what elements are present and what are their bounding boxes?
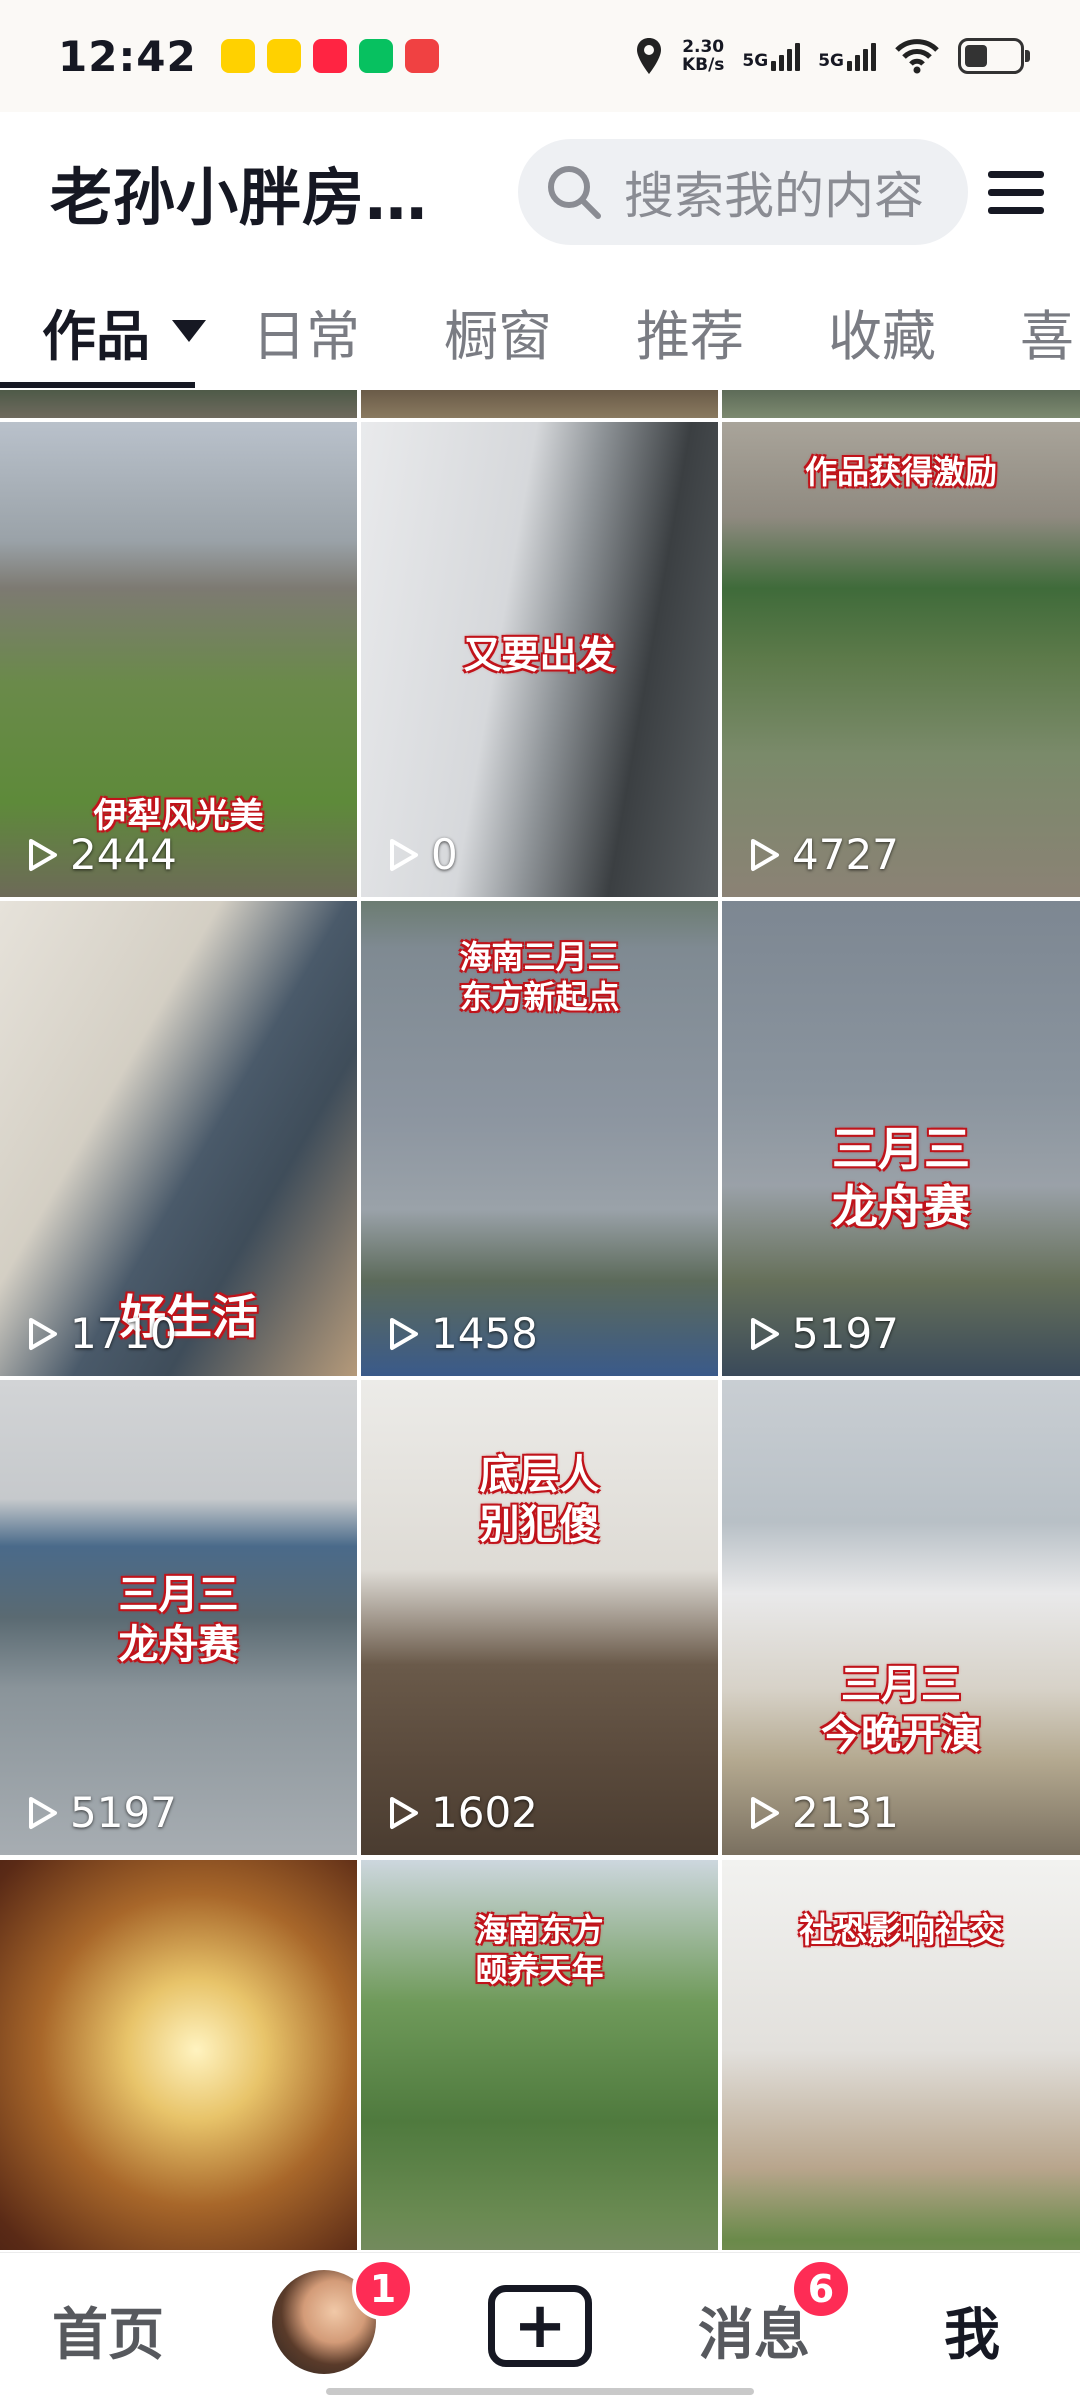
video-tile[interactable]: 三月三 龙舟赛 5197 [722, 901, 1080, 1376]
play-count: 1602 [383, 1788, 538, 1837]
play-count: 5197 [744, 1309, 899, 1358]
menu-icon[interactable] [988, 170, 1044, 214]
video-tile-partial[interactable] [361, 390, 718, 418]
video-tile[interactable]: 好生活 1710 [0, 901, 357, 1376]
play-icon [390, 1796, 418, 1829]
notification-icons [220, 39, 439, 73]
status-time: 12:42 [58, 31, 197, 81]
play-count: 0 [383, 830, 458, 879]
wifi-icon [895, 39, 939, 74]
tab-showcase[interactable]: 橱窗 [444, 292, 552, 371]
net-speed-unit: KB/s [681, 55, 725, 75]
video-tile[interactable]: 社恐影响社交 [722, 1860, 1080, 2250]
tab-daily[interactable]: 日常 [252, 292, 360, 371]
home-indicator [326, 2388, 754, 2395]
content-tabs: 作品 日常 橱窗 推荐 收藏 喜 [0, 272, 1080, 390]
plus-icon: + [513, 2289, 567, 2363]
video-tile[interactable]: 又要出发 0 [361, 422, 718, 897]
tab-favorites[interactable]: 收藏 [828, 292, 936, 371]
messages-badge: 6 [790, 2258, 852, 2320]
net-speed-value: 2.30 [682, 37, 725, 57]
play-count: 1710 [22, 1309, 177, 1358]
video-caption: 底层人 别犯傻 [479, 1452, 600, 1548]
video-caption: 海南三月三 东方新起点 [459, 938, 620, 1016]
video-caption: 又要出发 [463, 633, 616, 677]
location-icon [636, 38, 661, 74]
play-icon [751, 838, 779, 871]
play-count: 2444 [22, 830, 177, 879]
xiaohongshu-icon [312, 39, 347, 73]
video-tile[interactable] [0, 1860, 357, 2250]
video-tile[interactable]: 三月三 今晚开演 2131 [722, 1380, 1080, 1855]
video-tile[interactable]: 海南东方 颐养天年 [361, 1860, 718, 2250]
video-tile-partial[interactable] [722, 390, 1080, 418]
tab-recommend[interactable]: 推荐 [636, 292, 744, 371]
signal-bars-icon [771, 41, 801, 71]
play-count-value: 2131 [792, 1788, 899, 1837]
video-caption: 作品获得激励 [804, 453, 997, 491]
video-caption: 三月三 龙舟赛 [832, 1122, 970, 1234]
play-count-value: 1602 [431, 1788, 538, 1837]
video-grid: 伊犁风光美 2444 又要出发 0 作品获得激励 4727 好生活 1710 海… [0, 390, 1080, 2250]
video-tile[interactable]: 伊犁风光美 2444 [0, 422, 357, 897]
video-tile[interactable]: 三月三 龙舟赛 5197 [0, 1380, 357, 1855]
play-count-value: 5197 [792, 1309, 899, 1358]
meituan-icon [220, 39, 255, 73]
nav-home[interactable]: 首页 [52, 2290, 164, 2371]
play-count-value: 4727 [792, 830, 899, 879]
play-icon [390, 838, 418, 871]
play-count-value: 5197 [70, 1788, 177, 1837]
battery-icon [958, 38, 1030, 74]
meituan-icon [266, 39, 301, 73]
play-count-value: 1710 [70, 1309, 177, 1358]
search-placeholder: 搜索我的内容 [624, 167, 924, 225]
signal-2-label: 5G [818, 51, 844, 71]
play-icon [29, 838, 57, 871]
video-caption: 三月三 今晚开演 [821, 1662, 981, 1758]
signal-1: 5G [742, 41, 801, 71]
video-tile[interactable]: 作品获得激励 4727 [722, 422, 1080, 897]
toutiao-icon [404, 39, 439, 73]
play-icon [390, 1317, 418, 1350]
play-icon [29, 1317, 57, 1350]
play-count: 5197 [22, 1788, 177, 1837]
net-speed: 2.30 KB/s [682, 38, 724, 74]
signal-2: 5G [818, 41, 876, 71]
dropdown-triangle-icon [172, 320, 206, 342]
tab-works[interactable]: 作品 [42, 292, 206, 371]
wechat-icon [358, 39, 393, 73]
friends-badge: 1 [352, 2258, 414, 2320]
profile-title: 老孙小胖房… [50, 161, 429, 234]
tab-indicator [0, 382, 195, 388]
play-icon [29, 1796, 57, 1829]
search-icon [548, 166, 601, 219]
play-count: 2131 [744, 1788, 899, 1837]
play-count-value: 2444 [70, 830, 177, 879]
play-count: 1458 [383, 1309, 538, 1358]
tab-likes[interactable]: 喜 [1020, 292, 1074, 371]
play-count-value: 1458 [431, 1309, 538, 1358]
nav-me[interactable]: 我 [944, 2290, 1000, 2371]
video-caption: 三月三 龙舟赛 [118, 1572, 239, 1668]
video-caption: 社恐影响社交 [799, 1911, 1003, 1951]
video-tile-partial[interactable] [0, 390, 357, 418]
status-bar: 12:42 2.30 KB/s 5G 5G [0, 0, 1080, 112]
create-button[interactable]: + [488, 2285, 592, 2367]
video-tile[interactable]: 底层人 别犯傻 1602 [361, 1380, 718, 1855]
video-tile[interactable]: 海南三月三 东方新起点 1458 [361, 901, 718, 1376]
play-icon [751, 1317, 779, 1350]
search-box[interactable]: 搜索我的内容 [518, 139, 968, 245]
signal-bars-icon [847, 41, 876, 71]
tab-works-label: 作品 [42, 304, 150, 368]
profile-header: 老孙小胖房… 搜索我的内容 [0, 112, 1080, 272]
play-count-value: 0 [431, 830, 458, 879]
video-caption: 海南东方 颐养天年 [475, 1911, 604, 1989]
play-count: 4727 [744, 830, 899, 879]
play-icon [751, 1796, 779, 1829]
signal-1-label: 5G [742, 51, 769, 71]
